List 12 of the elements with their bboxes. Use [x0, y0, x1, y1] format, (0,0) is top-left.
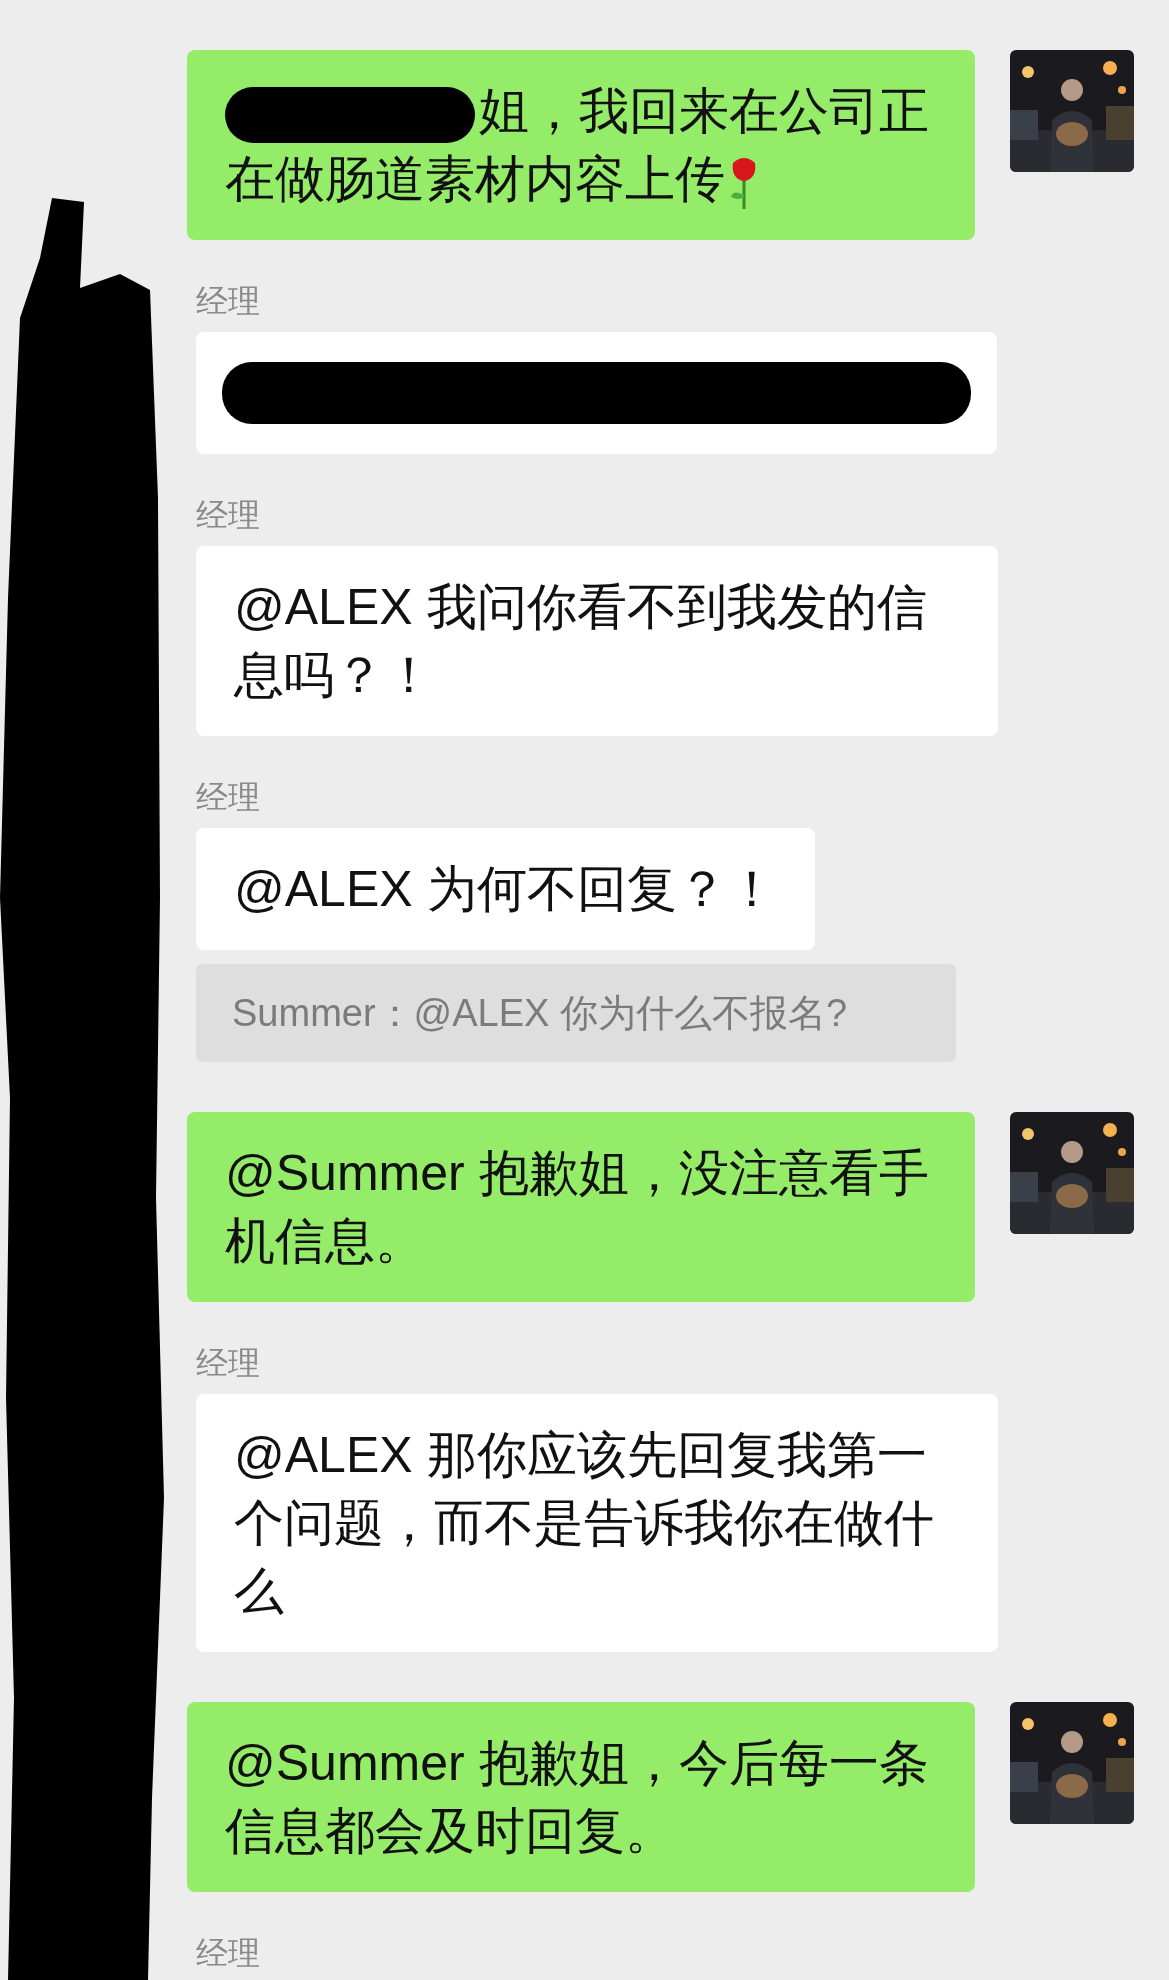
message-bubble: @ALEX 为何不回复？！: [196, 828, 815, 950]
sender-name: 经理: [196, 282, 260, 320]
message-bubble: @Summer 抱歉姐，没注意看手机信息。: [187, 1112, 975, 1302]
sender-name: 经理: [196, 1344, 260, 1382]
sender-name: 经理: [196, 1934, 260, 1972]
sender-name: 经理: [196, 496, 260, 534]
quoted-message: Summer：@ALEX 你为什么不报名?: [196, 964, 956, 1062]
message-bubble: 姐，我回来在公司正在做肠道素材内容上传: [187, 50, 975, 240]
message-bubble: @ALEX 我问你看不到我发的信息吗？！: [196, 546, 998, 736]
message-bubble: @ALEX 那你应该先回复我第一个问题，而不是告诉我你在做什么: [196, 1394, 998, 1652]
message-bubble: @Summer 抱歉姐，今后每一条信息都会及时回复。: [187, 1702, 975, 1892]
sender-name: 经理: [196, 778, 260, 816]
